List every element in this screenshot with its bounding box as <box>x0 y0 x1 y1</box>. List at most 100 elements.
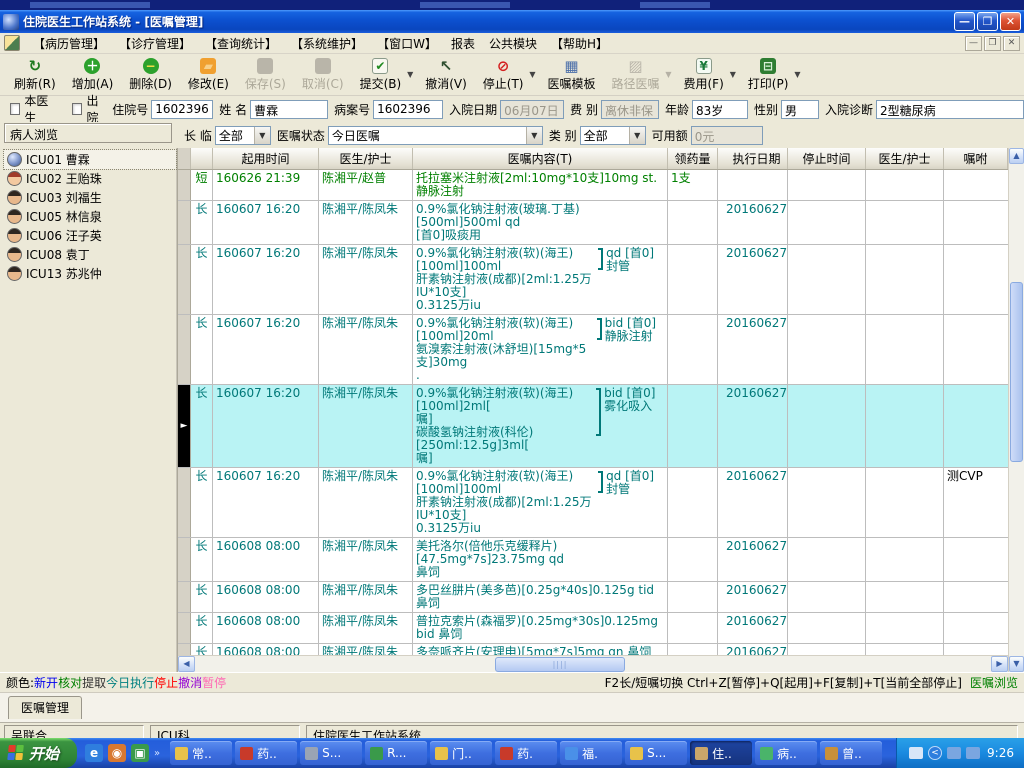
order-row-5[interactable]: 长 160607 16:20 陈湘平/陈凤朱 0.9%氯化钠注射液(软)(海王)[10… <box>178 468 1008 538</box>
add-button[interactable]: ＋ 增加(A) <box>64 55 122 94</box>
menu-item-2[interactable]: 【查询统计】 <box>198 33 284 54</box>
network2-tray-icon[interactable] <box>966 747 981 759</box>
order-template-button[interactable]: ▦ 医嘱模板 <box>539 55 603 94</box>
checkbox-box[interactable] <box>72 103 83 115</box>
vertical-scroll-thumb[interactable] <box>1010 282 1023 462</box>
order-row-7[interactable]: 长 160608 08:00 陈湘平/陈凤朱 多巴丝肼片(美多芭)[0.25g*40s… <box>178 582 1008 613</box>
menu-item-6[interactable]: 公共模块 <box>482 33 544 54</box>
taskbar-window-2[interactable]: S... <box>300 741 363 765</box>
column-header-1[interactable] <box>191 148 213 169</box>
tab-order-management[interactable]: 医嘱管理 <box>8 696 83 719</box>
hide-icons-icon[interactable]: < <box>928 746 943 760</box>
taskbar-window-5[interactable]: 药. <box>495 741 558 765</box>
order-row-0[interactable]: 短 160626 21:39 陈湘平/赵普 托拉塞米注射液[2ml:10mg*10支]… <box>178 170 1008 201</box>
undo-arrow-button[interactable]: ↖ 撤消(V) <box>417 55 475 94</box>
chevron-down-icon[interactable]: ▼ <box>628 126 645 144</box>
keyboard-tray-icon[interactable] <box>909 747 924 759</box>
filter-select-0[interactable]: 全部 ▼ <box>214 125 271 145</box>
menu-item-7[interactable]: 【帮助H】 <box>544 33 615 54</box>
chevron-down-icon[interactable]: ▼ <box>525 126 542 144</box>
minimize-button[interactable]: — <box>954 12 975 31</box>
menu-item-5[interactable]: 报表 <box>444 33 482 54</box>
menu-item-3[interactable]: 【系统维护】 <box>284 33 370 54</box>
field-value-5[interactable]: 83岁 <box>691 99 748 119</box>
dropdown-arrow-icon[interactable]: ▼ <box>792 55 802 94</box>
checkbox-box[interactable] <box>10 103 21 115</box>
patient-item-ICU02[interactable]: ICU02 王贻珠 <box>4 169 176 188</box>
dropdown-arrow-icon[interactable]: ▼ <box>728 55 738 94</box>
ie-icon[interactable]: e <box>85 744 104 762</box>
checkbox-my-doctor[interactable]: 本医生 <box>10 92 54 126</box>
vertical-scrollbar[interactable]: ▲ ▼ <box>1008 148 1024 672</box>
delete-button[interactable]: − 删除(D) <box>121 55 180 94</box>
patient-item-ICU06[interactable]: ICU06 汪子英 <box>4 226 176 245</box>
order-row-9[interactable]: 长 160608 08:00 陈湘平/陈凤朱 多奈哌齐片(安理申)[5mg*7s]5m… <box>178 644 1008 655</box>
order-browse-link[interactable]: 医嘱浏览 <box>970 674 1018 691</box>
checkbox-discharged[interactable]: 出院 <box>72 92 106 126</box>
patient-item-ICU08[interactable]: ICU08 袁丁 <box>4 245 176 264</box>
network-tray-icon[interactable] <box>947 747 962 759</box>
chevron-down-icon[interactable]: ▼ <box>253 126 270 144</box>
patient-item-ICU03[interactable]: ICU03 刘福生 <box>4 188 176 207</box>
dropdown-arrow-icon[interactable]: ▼ <box>405 55 415 94</box>
stop-button[interactable]: ⊘ 停止(T) <box>475 55 532 94</box>
taskbar-window-10[interactable]: 曾.. <box>820 741 883 765</box>
column-header-7[interactable]: 停止时间 <box>788 148 866 169</box>
menu-item-1[interactable]: 【诊疗管理】 <box>112 33 198 54</box>
dropdown-arrow-icon[interactable]: ▼ <box>527 55 537 94</box>
patient-item-ICU01[interactable]: ICU01 曹霖 <box>3 149 177 170</box>
horizontal-scroll-thumb[interactable]: |||| <box>495 656 625 672</box>
edit-button[interactable]: ▰ 修改(E) <box>180 55 237 94</box>
column-header-2[interactable]: 起用时间 <box>213 148 319 169</box>
column-header-6[interactable]: 执行日期 <box>718 148 788 169</box>
taskbar-window-8[interactable]: 住.. <box>690 741 753 765</box>
submit-check-button[interactable]: ✔ 提交(B) <box>352 55 410 94</box>
taskbar-window-1[interactable]: 药.. <box>235 741 298 765</box>
mdi-minimize-button[interactable]: — <box>965 35 982 51</box>
field-value-7[interactable]: 2型糖尿病 <box>876 99 1024 119</box>
print-button[interactable]: ⊟ 打印(P) <box>740 55 797 94</box>
fee-button[interactable]: ¥ 费用(F) <box>676 55 732 94</box>
order-row-2[interactable]: 长 160607 16:20 陈湘平/陈凤朱 0.9%氯化钠注射液(软)(海王)[10… <box>178 245 1008 315</box>
scroll-up-button[interactable]: ▲ <box>1009 148 1024 164</box>
mdi-close-button[interactable]: ✕ <box>1003 35 1020 51</box>
field-value-1[interactable]: 曹霖 <box>250 99 329 119</box>
mdi-restore-button[interactable]: ❐ <box>984 35 1001 51</box>
order-row-1[interactable]: 长 160607 16:20 陈湘平/陈凤朱 0.9%氯化钠注射液(玻璃.丁基)[50… <box>178 201 1008 245</box>
field-value-6[interactable]: 男 <box>780 99 819 119</box>
order-row-8[interactable]: 长 160608 08:00 陈湘平/陈凤朱 普拉克索片(森福罗)[0.25mg*30… <box>178 613 1008 644</box>
scroll-right-button[interactable]: ▶ <box>991 656 1008 672</box>
taskbar-window-3[interactable]: R... <box>365 741 428 765</box>
close-button[interactable]: ✕ <box>1000 12 1021 31</box>
column-header-4[interactable]: 医嘱内容(T) <box>413 148 668 169</box>
scroll-down-button[interactable]: ▼ <box>1009 656 1024 672</box>
field-value-0[interactable]: 1602396 <box>151 99 214 119</box>
field-value-2[interactable]: 1602396 <box>373 99 444 119</box>
column-header-3[interactable]: 医生/护士 <box>319 148 413 169</box>
taskbar-window-0[interactable]: 常.. <box>170 741 233 765</box>
patient-item-ICU13[interactable]: ICU13 苏兆仲 <box>4 264 176 283</box>
column-header-8[interactable]: 医生/护士 <box>866 148 944 169</box>
scroll-left-button[interactable]: ◀ <box>178 656 195 672</box>
filter-select-1[interactable]: 今日医嘱 ▼ <box>327 125 543 145</box>
menu-item-4[interactable]: 【窗口W】 <box>370 33 444 54</box>
menu-item-0[interactable]: 【病历管理】 <box>26 33 112 54</box>
taskbar-window-9[interactable]: 病.. <box>755 741 818 765</box>
column-header-5[interactable]: 领药量 <box>668 148 718 169</box>
filter-select-2[interactable]: 全部 ▼ <box>579 125 646 145</box>
patient-item-ICU05[interactable]: ICU05 林信泉 <box>4 207 176 226</box>
chevron-expand-icon[interactable]: » <box>154 748 160 759</box>
taskbar-window-6[interactable]: 福. <box>560 741 623 765</box>
restore-button[interactable]: ❐ <box>977 12 998 31</box>
refresh-button[interactable]: ↻ 刷新(R) <box>6 55 64 94</box>
launcher-icon[interactable]: ◉ <box>108 744 127 762</box>
taskbar-window-4[interactable]: 门.. <box>430 741 493 765</box>
taskbar-window-7[interactable]: S... <box>625 741 688 765</box>
horizontal-scrollbar[interactable]: ◀ |||| ▶ <box>178 655 1008 672</box>
order-row-3[interactable]: 长 160607 16:20 陈湘平/陈凤朱 0.9%氯化钠注射液(软)(海王)[10… <box>178 315 1008 385</box>
column-header-9[interactable]: 嘱咐 <box>944 148 1008 169</box>
order-row-6[interactable]: 长 160608 08:00 陈湘平/陈凤朱 美托洛尔(倍他乐克缓释片)[47.5mg… <box>178 538 1008 582</box>
column-header-0[interactable] <box>178 148 191 169</box>
show-desktop-icon[interactable]: ▣ <box>131 744 150 762</box>
order-row-4[interactable]: ► 长 160607 16:20 陈湘平/陈凤朱 0.9%氯化钠注射液(软)(海王)[1… <box>178 385 1008 468</box>
